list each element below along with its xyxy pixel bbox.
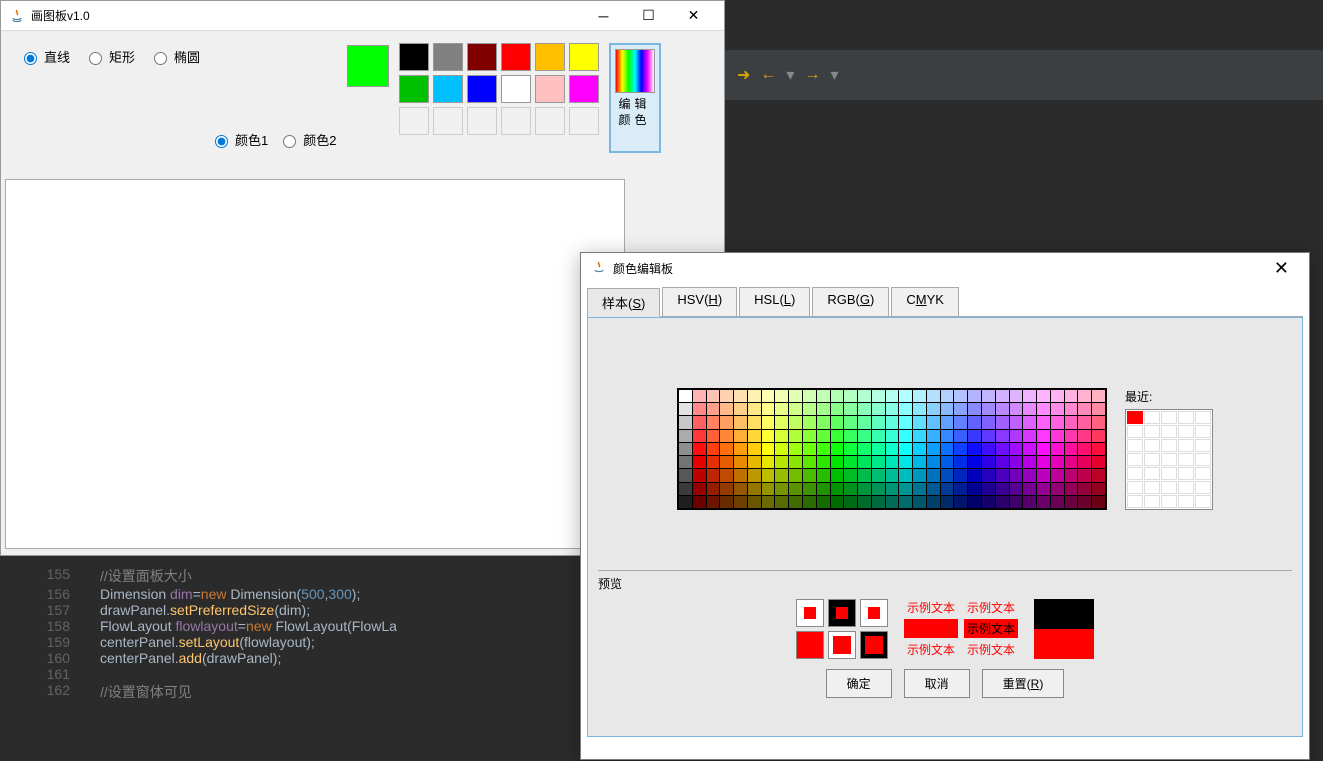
color-swatch[interactable] bbox=[433, 75, 463, 103]
cancel-button[interactable]: 取消 bbox=[904, 669, 970, 698]
preview-label: 预览 bbox=[598, 575, 1292, 592]
preview-swatch-boxes bbox=[796, 599, 888, 659]
color2-label: 颜色2 bbox=[303, 130, 336, 149]
reset-button[interactable]: 重置(R) bbox=[982, 669, 1065, 698]
close-button[interactable]: ✕ bbox=[671, 1, 716, 31]
ide-editor-bg bbox=[725, 100, 1323, 252]
tab-rgb[interactable]: RGB(G) bbox=[812, 287, 889, 316]
tab-swatch[interactable]: 样本(S) bbox=[587, 288, 660, 317]
color-selector-group: 颜色1 颜色2 bbox=[210, 43, 336, 159]
color-swatch[interactable] bbox=[569, 43, 599, 71]
java-icon bbox=[9, 8, 25, 24]
tab-hsv[interactable]: HSV(H) bbox=[662, 287, 737, 316]
nav-back-icon[interactable]: ➜ bbox=[737, 65, 750, 85]
dialog-close-button[interactable]: ✕ bbox=[1264, 258, 1299, 279]
color-swatch-grid[interactable] bbox=[677, 388, 1107, 510]
paint-titlebar[interactable]: 画图板v1.0 ─ ☐ ✕ bbox=[1, 1, 724, 31]
color-swatch[interactable] bbox=[501, 43, 531, 71]
sample-text-grid: 示例文本 示例文本 示例文本 示例文本 示例文本 示例文本 bbox=[904, 598, 1018, 659]
basic-color-palette bbox=[399, 43, 599, 159]
color-swatch[interactable] bbox=[535, 75, 565, 103]
shape-oval-label: 椭圆 bbox=[174, 47, 200, 66]
rainbow-icon bbox=[615, 49, 655, 93]
color-swatch[interactable] bbox=[399, 75, 429, 103]
empty-swatch[interactable] bbox=[433, 107, 463, 135]
recent-label: 最近: bbox=[1125, 388, 1213, 405]
nav-right-icon[interactable]: → bbox=[804, 66, 820, 84]
empty-swatch[interactable] bbox=[399, 107, 429, 135]
color-tabs: 样本(S) HSV(H) HSL(L) RGB(G) CMYK bbox=[587, 287, 1303, 317]
shape-line-radio[interactable]: 直线 bbox=[19, 47, 70, 66]
empty-swatch[interactable] bbox=[569, 107, 599, 135]
color1-label: 颜色1 bbox=[235, 130, 268, 149]
color-dialog-title: 颜色编辑板 bbox=[613, 260, 673, 277]
tab-cmyk[interactable]: CMYK bbox=[891, 287, 959, 316]
ide-nav-bar: ➜ ← ▾ → ▾ bbox=[725, 50, 1323, 100]
java-icon bbox=[591, 260, 607, 276]
minimize-button[interactable]: ─ bbox=[581, 1, 626, 31]
shape-rect-radio[interactable]: 矩形 bbox=[84, 47, 135, 66]
large-preview-swatch bbox=[1034, 599, 1094, 659]
color-dialog-titlebar[interactable]: 颜色编辑板 ✕ bbox=[581, 253, 1309, 283]
color-swatch[interactable] bbox=[501, 75, 531, 103]
empty-swatch[interactable] bbox=[501, 107, 531, 135]
paint-toolbar: 直线 矩形 椭圆 颜色1 颜色2 bbox=[1, 31, 724, 171]
drawing-canvas[interactable] bbox=[5, 179, 625, 549]
edit-color-label: 编辑颜色 bbox=[615, 97, 655, 128]
color-swatch[interactable] bbox=[467, 75, 497, 103]
ok-button[interactable]: 确定 bbox=[826, 669, 892, 698]
color-swatch[interactable] bbox=[433, 43, 463, 71]
shape-oval-radio[interactable]: 椭圆 bbox=[149, 47, 200, 66]
empty-swatch[interactable] bbox=[467, 107, 497, 135]
recent-colors-section: 最近: bbox=[1125, 388, 1213, 510]
color1-radio[interactable]: 颜色1 bbox=[210, 130, 268, 149]
edit-color-button[interactable]: 编辑颜色 bbox=[609, 43, 661, 153]
dialog-button-row: 确定 取消 重置(R) bbox=[598, 669, 1292, 698]
tab-hsl[interactable]: HSL(L) bbox=[739, 287, 810, 316]
color-swatch[interactable] bbox=[535, 43, 565, 71]
shape-selector-group: 直线 矩形 椭圆 bbox=[19, 43, 200, 159]
recent-colors-grid[interactable] bbox=[1125, 409, 1213, 510]
swatch-tab-content: 最近: 预览 bbox=[587, 317, 1303, 737]
empty-swatch[interactable] bbox=[535, 107, 565, 135]
shape-line-label: 直线 bbox=[44, 47, 70, 66]
maximize-button[interactable]: ☐ bbox=[626, 1, 671, 31]
current-color-swatch[interactable] bbox=[347, 45, 389, 87]
preview-section: 预览 示例文本 示例文本 示 bbox=[598, 570, 1292, 659]
nav-left-icon[interactable]: ← bbox=[760, 66, 776, 84]
shape-rect-label: 矩形 bbox=[109, 47, 135, 66]
color-swatch[interactable] bbox=[399, 43, 429, 71]
color2-radio[interactable]: 颜色2 bbox=[278, 130, 336, 149]
paint-title: 画图板v1.0 bbox=[31, 7, 90, 24]
color-swatch[interactable] bbox=[467, 43, 497, 71]
color-chooser-dialog: 颜色编辑板 ✕ 样本(S) HSV(H) HSL(L) RGB(G) CMYK … bbox=[580, 252, 1310, 760]
color-swatch[interactable] bbox=[569, 75, 599, 103]
